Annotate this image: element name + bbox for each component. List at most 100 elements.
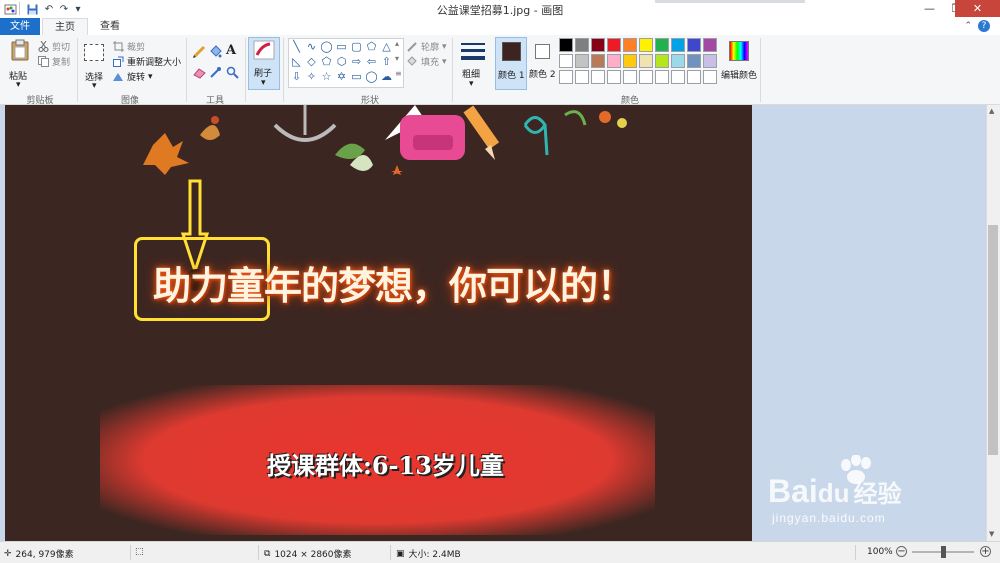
left-arrow-shape-icon[interactable]: ⇦ — [365, 55, 378, 68]
palette-swatch[interactable] — [703, 54, 717, 68]
rounded-rectangle-shape-icon[interactable]: ▢ — [350, 40, 363, 53]
hexagon-shape-icon[interactable]: ⬡ — [335, 55, 348, 68]
palette-swatch[interactable] — [687, 38, 701, 52]
color2-button[interactable]: 颜色 2 — [529, 37, 557, 90]
tab-view[interactable]: 查看 — [88, 18, 132, 35]
outline-button[interactable]: 轮廓 ▾ — [407, 40, 447, 53]
palette-swatch[interactable] — [623, 70, 637, 84]
shapes-scroll-down-icon[interactable]: ▾ — [395, 54, 399, 63]
palette-swatch[interactable] — [671, 70, 685, 84]
palette-swatch[interactable] — [575, 38, 589, 52]
close-button[interactable]: ✕ — [955, 0, 1000, 17]
shapes-expand-icon[interactable]: ≡ — [395, 69, 402, 78]
palette-swatch[interactable] — [703, 38, 717, 52]
callout-oval-shape-icon[interactable]: ◯ — [365, 70, 378, 83]
callout-cloud-shape-icon[interactable]: ☁ — [380, 70, 393, 83]
line-shape-icon[interactable]: ╲ — [290, 40, 303, 53]
zoom-out-icon[interactable]: − — [896, 546, 907, 557]
palette-swatch[interactable] — [607, 54, 621, 68]
rotate-button[interactable]: 旋转 ▾ — [113, 70, 153, 83]
shapes-gallery[interactable]: ╲ ∿ ◯ ▭ ▢ ⬠ △ ◺ ◇ ⬠ ⬡ ⇨ ⇦ ⇧ ⇩ ✧ ☆ ✡ ▭ ◯ … — [288, 38, 404, 88]
palette-swatch[interactable] — [559, 70, 573, 84]
minimize-button[interactable]: — — [916, 0, 943, 17]
oval-shape-icon[interactable]: ◯ — [320, 40, 333, 53]
size-dropdown-icon[interactable]: ▾ — [469, 79, 474, 89]
zoom-slider-thumb[interactable] — [941, 546, 946, 558]
brush-icon — [253, 40, 275, 60]
select-button[interactable]: 选择 ▾ — [83, 39, 107, 91]
edit-colors-button[interactable]: 编辑颜色 — [721, 38, 757, 90]
color-picker-icon[interactable] — [209, 66, 222, 79]
rectangle-shape-icon[interactable]: ▭ — [335, 40, 348, 53]
magnifier-icon[interactable] — [226, 66, 239, 79]
palette-swatch[interactable] — [607, 38, 621, 52]
palette-swatch[interactable] — [559, 54, 573, 68]
palette-swatch[interactable] — [687, 54, 701, 68]
palette-swatch[interactable] — [687, 70, 701, 84]
image-canvas[interactable]: 助力童年的梦想，你可以的！ 授课群体:6-13岁儿童 — [5, 105, 752, 541]
fill-button[interactable]: 填充 ▾ — [407, 55, 447, 68]
eraser-icon[interactable] — [193, 66, 206, 79]
up-arrow-shape-icon[interactable]: ⇧ — [380, 55, 393, 68]
palette-swatch[interactable] — [655, 70, 669, 84]
copy-button[interactable]: 复制 — [38, 55, 70, 68]
triangle-shape-icon[interactable]: △ — [380, 40, 393, 53]
palette-swatch[interactable] — [575, 70, 589, 84]
callout-rect-shape-icon[interactable]: ▭ — [350, 70, 363, 83]
pentagon-shape-icon[interactable]: ⬠ — [320, 55, 333, 68]
palette-swatch[interactable] — [591, 54, 605, 68]
shapes-scroll-up-icon[interactable]: ▴ — [395, 39, 399, 48]
palette-swatch[interactable] — [623, 38, 637, 52]
rotate-dropdown-icon[interactable]: ▾ — [148, 72, 153, 82]
color-palette[interactable] — [559, 38, 719, 84]
scissors-icon — [38, 40, 49, 52]
cursor-position: ✛ 264, 979像素 — [4, 547, 74, 561]
right-arrow-shape-icon[interactable]: ⇨ — [350, 55, 363, 68]
palette-swatch[interactable] — [671, 54, 685, 68]
tab-home[interactable]: 主页 — [42, 18, 88, 35]
palette-swatch[interactable] — [703, 70, 717, 84]
six-point-star-shape-icon[interactable]: ✡ — [335, 70, 348, 83]
zoom-in-icon[interactable]: + — [980, 546, 991, 557]
outline-dropdown-icon[interactable]: ▾ — [442, 42, 447, 52]
curve-shape-icon[interactable]: ∿ — [305, 40, 318, 53]
cut-button[interactable]: 剪切 — [38, 40, 70, 53]
palette-swatch[interactable] — [591, 38, 605, 52]
resize-button[interactable]: 重新调整大小 — [113, 55, 181, 68]
diamond-shape-icon[interactable]: ◇ — [305, 55, 318, 68]
fill-bucket-icon[interactable] — [209, 45, 222, 58]
palette-swatch[interactable] — [575, 54, 589, 68]
palette-swatch[interactable] — [671, 38, 685, 52]
crop-button[interactable]: 裁剪 — [113, 40, 145, 53]
right-triangle-shape-icon[interactable]: ◺ — [290, 55, 303, 68]
scroll-up-icon[interactable]: ▲ — [989, 107, 994, 115]
palette-swatch[interactable] — [559, 38, 573, 52]
paste-dropdown-icon[interactable]: ▾ — [16, 80, 21, 90]
palette-swatch[interactable] — [607, 70, 621, 84]
paste-button[interactable]: 粘贴 ▾ — [6, 39, 34, 93]
five-point-star-shape-icon[interactable]: ☆ — [320, 70, 333, 83]
tab-file[interactable]: 文件 — [0, 18, 40, 35]
palette-swatch[interactable] — [623, 54, 637, 68]
palette-swatch[interactable] — [639, 38, 653, 52]
color1-button[interactable]: 颜色 1 — [495, 37, 527, 90]
fill-dropdown-icon[interactable]: ▾ — [442, 57, 447, 67]
palette-swatch[interactable] — [639, 54, 653, 68]
polygon-shape-icon[interactable]: ⬠ — [365, 40, 378, 53]
select-dropdown-icon[interactable]: ▾ — [92, 81, 97, 91]
brush-dropdown-icon[interactable]: ▾ — [261, 78, 266, 88]
help-icon[interactable]: ? — [978, 20, 990, 32]
palette-swatch[interactable] — [591, 70, 605, 84]
palette-swatch[interactable] — [655, 54, 669, 68]
text-tool-icon[interactable]: A — [226, 43, 239, 58]
palette-swatch[interactable] — [655, 38, 669, 52]
pencil-icon[interactable] — [193, 45, 206, 58]
four-point-star-shape-icon[interactable]: ✧ — [305, 70, 318, 83]
down-arrow-shape-icon[interactable]: ⇩ — [290, 70, 303, 83]
scroll-down-icon[interactable]: ▼ — [989, 530, 994, 538]
brush-button[interactable]: 刷子 ▾ — [248, 37, 280, 90]
size-button[interactable]: 粗细 ▾ — [457, 39, 489, 91]
ribbon-minimize-icon[interactable]: ⌃ — [964, 21, 972, 31]
palette-swatch[interactable] — [639, 70, 653, 84]
vertical-scroll-thumb[interactable] — [988, 225, 998, 455]
